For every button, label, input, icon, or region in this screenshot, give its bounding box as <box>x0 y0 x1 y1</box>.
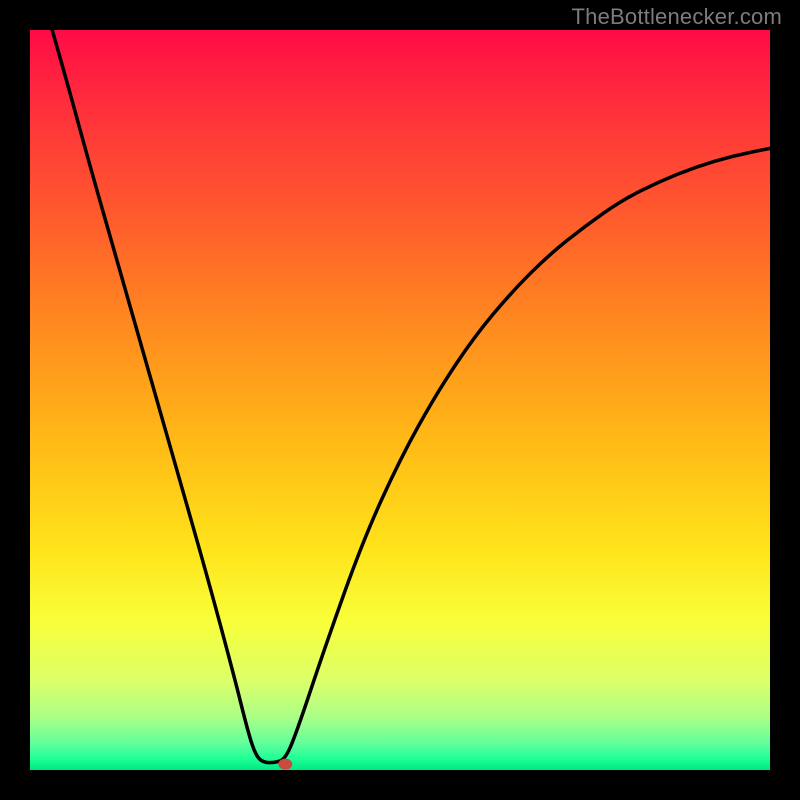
chart-svg <box>0 0 800 800</box>
optimal-marker <box>278 759 292 770</box>
plot-area <box>30 30 770 770</box>
chart-frame: TheBottlenecker.com <box>0 0 800 800</box>
